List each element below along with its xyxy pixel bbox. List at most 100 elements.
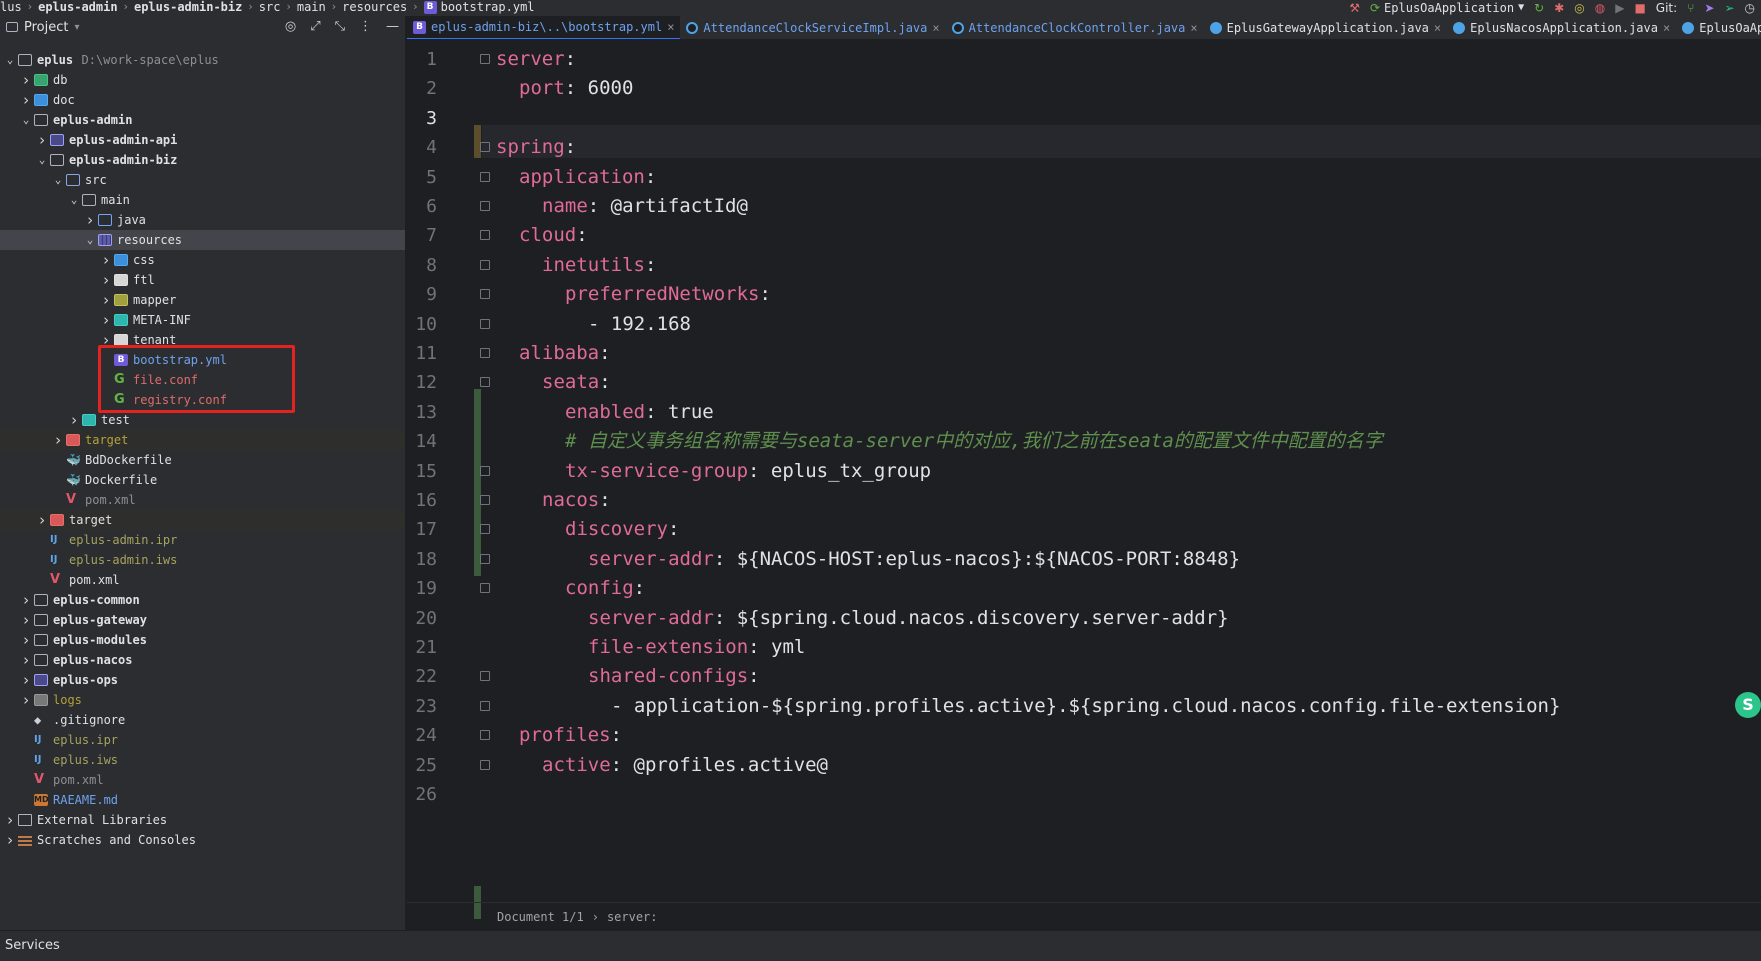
editor-tab[interactable]: EplusNacosApplication.java ×	[1447, 16, 1676, 39]
line-number[interactable]: 3	[407, 102, 437, 135]
line-number[interactable]: 7	[407, 219, 437, 252]
fold-marker-icon[interactable]	[480, 201, 490, 211]
code-area[interactable]: server: port: 6000 spring: application: name…	[496, 41, 1761, 901]
code-line[interactable]: spring:	[496, 131, 576, 164]
fold-marker-icon[interactable]	[480, 730, 490, 741]
code-line[interactable]: tx-service-group: eplus_tx_group	[565, 455, 931, 488]
fold-marker-icon[interactable]	[480, 583, 490, 594]
editor-tab[interactable]: EplusGatewayApplication.java ×	[1204, 16, 1448, 39]
code-line[interactable]: seata:	[542, 366, 611, 399]
history-icon[interactable]: ◷	[1745, 1, 1755, 15]
chevron-down-icon[interactable]: ⌄	[52, 170, 64, 190]
fold-marker-icon[interactable]	[480, 230, 490, 241]
line-number[interactable]: 22	[407, 660, 437, 693]
run-configuration-selector[interactable]: ⟳ EplusOaApplication ▼	[1370, 1, 1524, 15]
breadcrumb-item[interactable]: resources	[342, 0, 407, 14]
code-line[interactable]: cloud:	[519, 219, 588, 252]
chevron-right-icon[interactable]: ›	[20, 90, 32, 110]
tree-item[interactable]: › doc	[0, 90, 405, 110]
tree-item[interactable]: ⌄ eplus D:\work-space\eplus	[0, 50, 405, 70]
tree-item[interactable]: MD RAEAME.md	[0, 790, 405, 810]
services-tab[interactable]: Services	[5, 938, 60, 953]
breadcrumb-item[interactable]: eplus-admin-biz	[134, 0, 242, 14]
fold-marker-icon[interactable]	[480, 318, 490, 329]
code-line[interactable]: - 192.168	[588, 308, 691, 341]
tree-item[interactable]: › ftl	[0, 270, 405, 290]
tree-item[interactable]: › External Libraries	[0, 810, 405, 830]
debug-icon[interactable]: ✱	[1554, 1, 1564, 15]
tree-item[interactable]: › test	[0, 410, 405, 430]
code-line[interactable]: enabled: true	[565, 396, 714, 429]
line-number[interactable]: 2	[407, 72, 437, 105]
line-number[interactable]: 1	[407, 43, 437, 76]
chevron-right-icon[interactable]: ›	[4, 810, 16, 830]
code-line[interactable]: shared-configs:	[588, 660, 760, 693]
line-number[interactable]: 10	[407, 308, 437, 341]
line-number[interactable]: 23	[407, 690, 437, 723]
chevron-down-icon[interactable]: ⌄	[68, 190, 80, 210]
line-number[interactable]: 12	[407, 366, 437, 399]
chevron-right-icon[interactable]: ›	[100, 310, 112, 330]
tree-item[interactable]: › target	[0, 430, 405, 450]
chevron-right-icon[interactable]: ›	[20, 590, 32, 610]
tree-item[interactable]: › eplus-common	[0, 590, 405, 610]
rerun-icon[interactable]: ↻	[1534, 1, 1544, 15]
breadcrumb-item[interactable]: main	[297, 0, 326, 14]
line-number[interactable]: 15	[407, 455, 437, 488]
fold-marker-icon[interactable]	[480, 553, 490, 564]
code-line[interactable]: application:	[519, 161, 656, 194]
hammer-icon[interactable]: ⚒	[1349, 1, 1360, 15]
code-line[interactable]: config:	[565, 572, 645, 605]
editor-breadcrumb-item[interactable]: Document 1/1	[497, 910, 584, 924]
more-options-icon[interactable]: ⋮	[359, 19, 372, 34]
close-icon[interactable]: ×	[667, 20, 674, 34]
tree-item[interactable]: 🐳 Dockerfile	[0, 470, 405, 490]
chevron-down-icon[interactable]: ⌄	[20, 110, 32, 130]
fold-marker-icon[interactable]	[480, 759, 490, 770]
code-line[interactable]: - application-${spring.profiles.active}.…	[611, 690, 1560, 723]
tree-item[interactable]: Gfile.conf	[0, 370, 405, 390]
chevron-right-icon[interactable]: ›	[100, 330, 112, 350]
breadcrumb-item[interactable]: bootstrap.yml	[441, 0, 535, 14]
git-push-icon[interactable]: ➤	[1704, 1, 1714, 15]
tree-item[interactable]: Gregistry.conf	[0, 390, 405, 410]
tree-item[interactable]: Vpom.xml	[0, 770, 405, 790]
fold-marker-icon[interactable]	[480, 259, 490, 270]
fold-marker-icon[interactable]	[480, 495, 490, 505]
code-line[interactable]: server:	[496, 43, 576, 76]
tree-item[interactable]: › css	[0, 250, 405, 270]
chevron-right-icon[interactable]: ›	[36, 130, 48, 150]
chevron-right-icon[interactable]: ›	[100, 250, 112, 270]
tree-item[interactable]: › eplus-gateway	[0, 610, 405, 630]
code-line[interactable]: profiles:	[519, 719, 622, 752]
code-line[interactable]: port: 6000	[519, 72, 633, 105]
tree-item[interactable]: Bbootstrap.yml	[0, 350, 405, 370]
tree-item[interactable]: IJ eplus-admin.ipr	[0, 530, 405, 550]
chevron-down-icon[interactable]: ▾	[74, 22, 79, 33]
tree-item[interactable]: › Scratches and Consoles	[0, 830, 405, 850]
project-title[interactable]: Project	[24, 20, 68, 35]
fold-marker-icon[interactable]	[480, 377, 490, 388]
line-number[interactable]: 25	[407, 749, 437, 782]
chevron-right-icon[interactable]: ›	[36, 510, 48, 530]
fold-marker-icon[interactable]	[480, 524, 490, 535]
editor-tab[interactable]: Beplus-admin-biz\..\bootstrap.yml ×	[407, 16, 681, 39]
fold-marker-icon[interactable]	[480, 142, 490, 153]
chevron-right-icon[interactable]: ›	[68, 410, 80, 430]
chevron-right-icon[interactable]: ›	[100, 270, 112, 290]
close-icon[interactable]: ×	[1434, 21, 1441, 35]
chevron-right-icon[interactable]: ›	[52, 430, 64, 450]
chevron-right-icon[interactable]: ›	[20, 70, 32, 90]
tree-item[interactable]: IJ eplus.iws	[0, 750, 405, 770]
fold-marker-icon[interactable]	[480, 465, 490, 476]
tree-item[interactable]: › tenant	[0, 330, 405, 350]
line-number[interactable]: 6	[407, 190, 437, 223]
tree-item[interactable]: › eplus-nacos	[0, 650, 405, 670]
fold-marker-icon[interactable]	[480, 54, 490, 64]
tree-item[interactable]: › target	[0, 510, 405, 530]
git-update-icon[interactable]: ⑂	[1687, 1, 1694, 15]
fold-marker-icon[interactable]	[480, 171, 490, 182]
line-number[interactable]: 17	[407, 513, 437, 546]
chevron-right-icon[interactable]: ›	[4, 830, 16, 850]
fold-marker-icon[interactable]	[480, 348, 490, 358]
